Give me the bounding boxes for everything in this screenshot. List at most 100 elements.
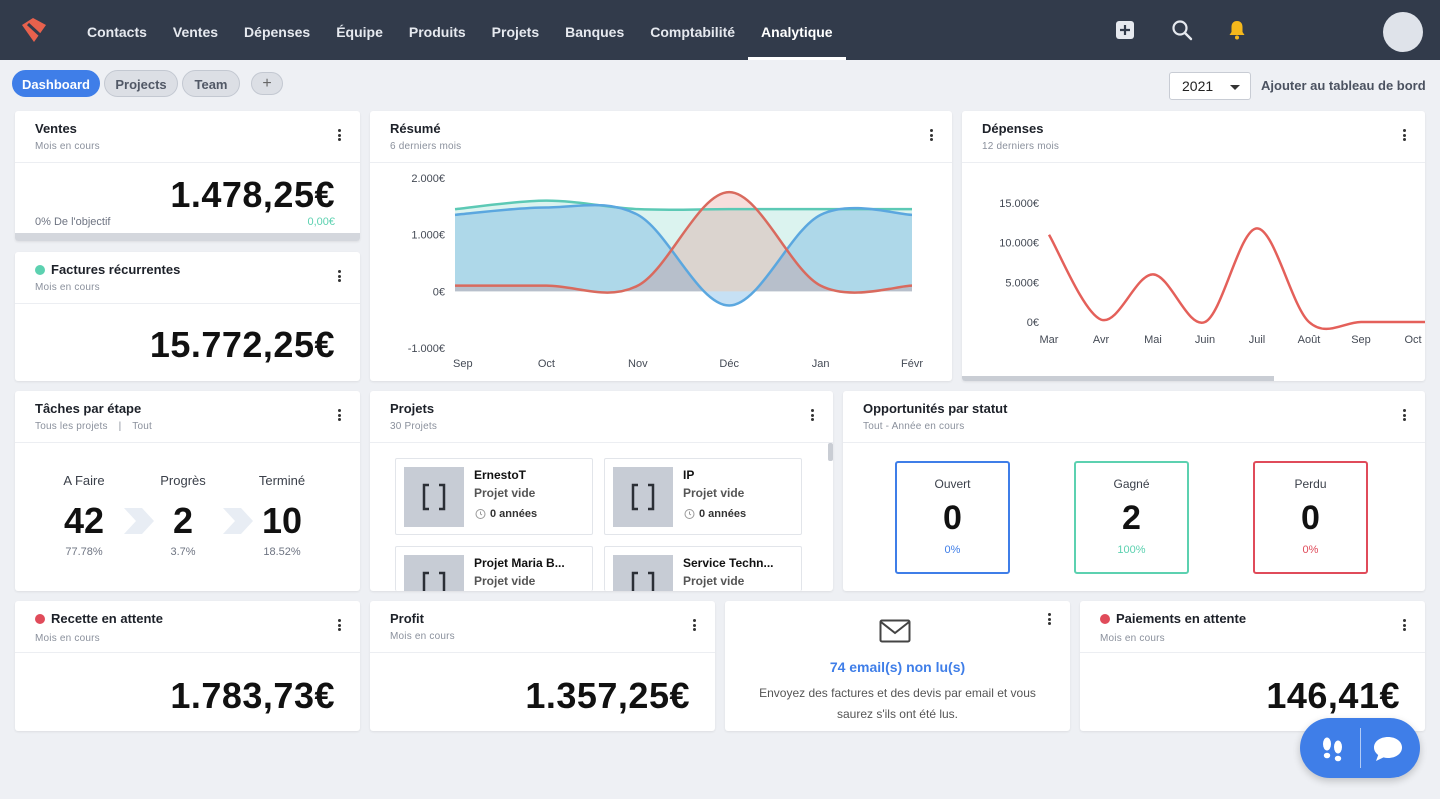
user-avatar[interactable]	[1383, 12, 1423, 52]
status-won-box[interactable]: Gagné 2 100%	[1074, 461, 1189, 574]
card-title: Dépenses	[982, 121, 1044, 136]
stage-progress: Progrès 2 3.7%	[133, 473, 233, 558]
top-navigation-bar: Contacts Ventes Dépenses Équipe Produits…	[0, 0, 1440, 60]
card-title-text: Recette en attente	[51, 611, 163, 626]
year-select[interactable]: 2021	[1169, 72, 1251, 100]
y-tick-label: 5.000€	[1005, 277, 1039, 289]
project-tile[interactable]: ErnestoT Projet vide 0 années	[395, 458, 593, 535]
project-age: 0 années	[699, 508, 747, 520]
nav-projets[interactable]: Projets	[479, 0, 552, 60]
card-header: Recette en attente Mois en cours	[15, 601, 360, 653]
x-tick-label: Oct	[538, 358, 555, 370]
brackets-icon	[422, 571, 446, 591]
x-tick-label: Févr	[901, 358, 923, 370]
stage-label: A Faire	[63, 473, 105, 488]
add-tab-button[interactable]: +	[251, 72, 283, 95]
bell-icon[interactable]	[1225, 18, 1249, 42]
card-header: Ventes Mois en cours	[15, 111, 360, 163]
more-menu-icon[interactable]	[1403, 619, 1407, 633]
more-menu-icon[interactable]	[1403, 129, 1407, 143]
nav-ventes[interactable]: Ventes	[160, 0, 231, 60]
y-tick-label: 10.000€	[999, 238, 1039, 250]
card-subtitle: Mois en cours	[35, 282, 100, 293]
more-menu-icon[interactable]	[1048, 613, 1052, 627]
objective-progress-track	[15, 233, 360, 241]
brackets-icon	[631, 571, 655, 591]
project-name: ErnestoT	[474, 468, 527, 482]
card-title: Tâches par étape	[35, 401, 142, 416]
card-subtitle: Mois en cours	[35, 141, 100, 152]
filter-projects[interactable]: Tous les projets	[35, 421, 108, 432]
main-nav: Contacts Ventes Dépenses Équipe Produits…	[74, 0, 846, 60]
email-description-line: Envoyez des factures et des devis par em…	[759, 686, 1036, 700]
projets-card: Projets 30 Projets ErnestoT Projet vide …	[370, 391, 833, 591]
footsteps-icon[interactable]	[1320, 735, 1346, 763]
status-label: Gagné	[1113, 477, 1150, 491]
card-title: Profit	[390, 611, 424, 626]
project-tile[interactable]: IP Projet vide 0 années	[604, 458, 802, 535]
more-menu-icon[interactable]	[930, 129, 934, 143]
card-subtitle: 6 derniers mois	[390, 141, 462, 152]
tab-dashboard[interactable]: Dashboard	[12, 70, 100, 97]
history-icon	[684, 509, 695, 519]
x-tick-label: Juin	[1195, 334, 1215, 346]
project-name: Projet Maria B...	[474, 556, 565, 570]
add-to-dashboard-link[interactable]: Ajouter au tableau de bord	[1261, 78, 1426, 93]
x-tick-label: Août	[1298, 334, 1321, 346]
more-menu-icon[interactable]	[1403, 409, 1407, 423]
more-menu-icon[interactable]	[338, 270, 342, 284]
project-status: Projet vide	[474, 486, 536, 500]
nav-depenses[interactable]: Dépenses	[231, 0, 323, 60]
project-tile[interactable]: Projet Maria B... Projet vide	[395, 546, 593, 591]
unread-emails-link[interactable]: 74 email(s) non lu(s)	[725, 659, 1070, 675]
card-header: Projets 30 Projets	[370, 391, 833, 443]
filter-scope[interactable]: Tout	[132, 421, 152, 432]
card-subtitle: Mois en cours	[35, 633, 100, 644]
recette-value: 1.783,73€	[170, 675, 335, 716]
x-tick-label: Sep	[453, 358, 473, 370]
tab-projects[interactable]: Projects	[104, 70, 178, 97]
series-line-0	[1047, 227, 1425, 331]
nav-analytique[interactable]: Analytique	[748, 0, 846, 60]
more-menu-icon[interactable]	[338, 129, 342, 143]
tab-team[interactable]: Team	[182, 70, 240, 97]
stage-done: Terminé 10 18.52%	[232, 473, 332, 558]
nav-contacts[interactable]: Contacts	[74, 0, 160, 60]
nav-produits[interactable]: Produits	[396, 0, 479, 60]
ventes-card: Ventes Mois en cours 1.478,25€ 0% De l'o…	[15, 111, 360, 241]
status-lost-box[interactable]: Perdu 0 0%	[1253, 461, 1368, 574]
app-logo-icon[interactable]	[20, 17, 48, 43]
nav-comptabilite[interactable]: Comptabilité	[637, 0, 748, 60]
card-title: Ventes	[35, 121, 77, 136]
opportunites-card: Opportunités par statut Tout - Année en …	[843, 391, 1425, 591]
add-box-icon[interactable]	[1113, 18, 1137, 42]
more-menu-icon[interactable]	[693, 619, 697, 633]
vertical-scrollbar[interactable]	[828, 443, 833, 461]
y-tick-label: 1.000€	[411, 230, 445, 242]
card-header: Tâches par étape Tous les projets | Tout	[15, 391, 360, 443]
status-value: 0	[1301, 499, 1320, 537]
project-tile[interactable]: Service Techn... Projet vide	[604, 546, 802, 591]
status-open-box[interactable]: Ouvert 0 0%	[895, 461, 1010, 574]
horizontal-scrollbar[interactable]	[962, 376, 1274, 381]
nav-banques[interactable]: Banques	[552, 0, 637, 60]
more-menu-icon[interactable]	[811, 409, 815, 423]
card-title: Recette en attente	[35, 611, 163, 626]
card-title-text: Paiements en attente	[1116, 611, 1247, 626]
more-menu-icon[interactable]	[338, 409, 342, 423]
stage-percent: 18.52%	[263, 546, 301, 558]
x-tick-label: Déc	[719, 358, 739, 370]
chat-bubble-icon[interactable]	[1372, 735, 1404, 763]
y-tick-label: 0€	[433, 286, 445, 298]
card-header: Opportunités par statut Tout - Année en …	[843, 391, 1425, 443]
nav-equipe[interactable]: Équipe	[323, 0, 396, 60]
search-icon[interactable]	[1170, 18, 1194, 42]
card-title: Factures récurrentes	[35, 262, 180, 277]
project-thumbnail	[404, 555, 464, 591]
project-status: Projet vide	[683, 486, 745, 500]
stage-percent: 77.78%	[65, 546, 103, 558]
x-tick-label: Mar	[1040, 334, 1059, 346]
brackets-icon	[422, 483, 446, 511]
card-header: Dépenses 12 derniers mois	[962, 111, 1425, 163]
more-menu-icon[interactable]	[338, 619, 342, 633]
